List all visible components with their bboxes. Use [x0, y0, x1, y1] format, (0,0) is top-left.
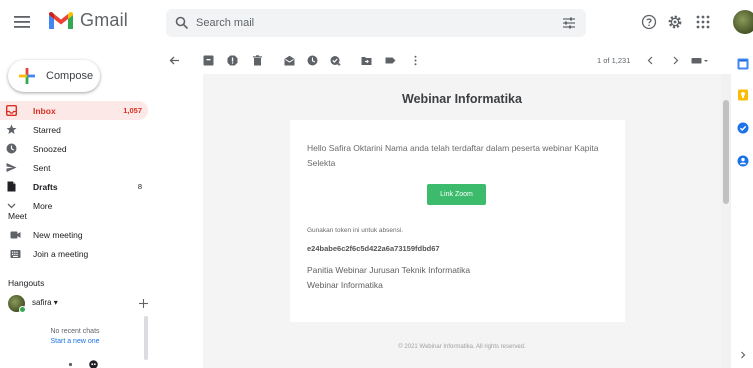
- hangouts-bottom-bar: [66, 360, 98, 368]
- person-icon[interactable]: [66, 360, 75, 368]
- google-keep-icon[interactable]: [737, 89, 749, 101]
- email-copyright-footer: © 2021 Webinar Informatika. All rights r…: [398, 344, 526, 350]
- email-greeting-text: Hello Safira Oktarini Nama anda telah te…: [307, 143, 599, 168]
- send-icon: [6, 162, 17, 173]
- google-tasks-icon[interactable]: [737, 122, 749, 134]
- meet-section-title: Meet: [8, 211, 27, 221]
- reading-pane-scrollbar-thumb[interactable]: [723, 100, 729, 204]
- show-side-panel-chevron-icon[interactable]: [737, 349, 749, 361]
- start-new-chat-link[interactable]: Start a new one: [0, 338, 150, 345]
- gmail-m-icon: [48, 11, 74, 31]
- more-vertical-icon[interactable]: [410, 55, 421, 66]
- hangouts-user[interactable]: safira ▾: [8, 295, 148, 313]
- video-camera-icon: [10, 230, 21, 240]
- sidebar-scrollbar[interactable]: [144, 316, 148, 360]
- sidebar-item-label: Sent: [33, 162, 51, 173]
- compose-button[interactable]: Compose: [8, 60, 100, 92]
- sidebar-item-drafts[interactable]: Drafts 8: [0, 177, 148, 196]
- sidebar-item-inbox[interactable]: Inbox 1,057: [0, 101, 148, 120]
- unread-count: 1,057: [123, 106, 142, 115]
- snooze-clock-icon[interactable]: [307, 55, 318, 66]
- left-sidebar: Compose Inbox 1,057 Starred Snoozed Sent…: [0, 44, 156, 368]
- email-body-card: Hello Safira Oktarini Nama anda telah te…: [290, 120, 625, 322]
- sidebar-item-starred[interactable]: Starred: [0, 120, 148, 139]
- signature-committee: Panitia Webinar Jurusan Teknik Informati…: [307, 265, 471, 275]
- attendance-token: e24babe6c2f6c5d422a6a73159fdbd67: [307, 244, 440, 253]
- back-arrow-icon[interactable]: [169, 55, 180, 66]
- compose-plus-icon: [17, 66, 37, 86]
- search-options-icon[interactable]: [562, 16, 576, 30]
- new-meeting-label: New meeting: [33, 230, 83, 240]
- star-icon: [6, 124, 17, 135]
- sidebar-item-label: Drafts: [33, 181, 58, 192]
- settings-gear-icon[interactable]: [667, 14, 683, 30]
- sidebar-item-label: Snoozed: [33, 143, 67, 154]
- delete-trash-icon[interactable]: [252, 55, 263, 66]
- gmail-wordmark: Gmail: [80, 10, 129, 30]
- online-status-dot: [19, 306, 26, 313]
- add-chat-plus-icon[interactable]: [139, 299, 148, 308]
- signature-organization: Webinar Informatika: [307, 280, 383, 290]
- no-recent-chats-text: No recent chats: [50, 328, 100, 335]
- draft-icon: [6, 181, 17, 192]
- email-heading: Webinar Informatika: [402, 92, 522, 106]
- keyboard-icon: [10, 249, 21, 259]
- hangouts-chat-icon[interactable]: [89, 360, 98, 368]
- sidebar-item-label: Starred: [33, 124, 61, 135]
- search-input[interactable]: [196, 14, 536, 32]
- google-calendar-icon[interactable]: [737, 58, 749, 70]
- account-avatar[interactable]: [733, 10, 753, 34]
- gmail-logo[interactable]: Gmail: [48, 10, 128, 31]
- token-instruction-text: Gunakan token ini untuk absensi.: [307, 227, 404, 234]
- compose-label: Compose: [46, 70, 94, 82]
- search-bar[interactable]: [166, 9, 586, 37]
- join-meeting-label: Join a meeting: [33, 249, 89, 259]
- inbox-icon: [6, 105, 17, 116]
- link-zoom-button[interactable]: Link Zoom: [427, 184, 486, 205]
- input-tools-keyboard-icon[interactable]: [691, 55, 709, 66]
- clock-icon: [6, 143, 17, 154]
- newer-chevron-left-icon[interactable]: [645, 55, 656, 66]
- apps-grid-icon[interactable]: [695, 14, 711, 30]
- mark-unread-icon[interactable]: [284, 55, 295, 66]
- older-chevron-right-icon[interactable]: [670, 55, 681, 66]
- draft-count: 8: [137, 182, 142, 191]
- help-icon[interactable]: [641, 14, 657, 30]
- right-side-panel: [731, 44, 753, 368]
- google-contacts-icon[interactable]: [737, 155, 749, 167]
- sidebar-item-sent[interactable]: Sent: [0, 158, 148, 177]
- sidebar-item-label: Inbox: [33, 105, 56, 116]
- archive-icon[interactable]: [203, 55, 214, 66]
- sidebar-item-snoozed[interactable]: Snoozed: [0, 139, 148, 158]
- email-reading-pane: Webinar Informatika Hello Safira Oktarin…: [203, 74, 721, 368]
- join-meeting-item[interactable]: Join a meeting: [0, 245, 148, 263]
- sidebar-item-label: More: [33, 200, 53, 211]
- message-toolbar: 1 of 1,231: [160, 46, 713, 74]
- top-header: Gmail: [0, 0, 753, 44]
- chevron-down-icon: [6, 200, 17, 211]
- main-menu-icon[interactable]: [14, 15, 30, 29]
- search-icon[interactable]: [175, 16, 189, 30]
- add-to-tasks-icon[interactable]: [330, 55, 341, 66]
- hangouts-section-title: Hangouts: [8, 278, 45, 288]
- mail-folders: Inbox 1,057 Starred Snoozed Sent Drafts …: [0, 101, 148, 215]
- new-meeting-item[interactable]: New meeting: [0, 226, 148, 244]
- message-position-count: 1 of 1,231: [597, 56, 631, 65]
- label-tag-icon[interactable]: [385, 55, 396, 66]
- report-spam-icon[interactable]: [227, 55, 238, 66]
- move-to-folder-icon[interactable]: [361, 55, 372, 66]
- hangouts-username: safira ▾: [32, 298, 58, 307]
